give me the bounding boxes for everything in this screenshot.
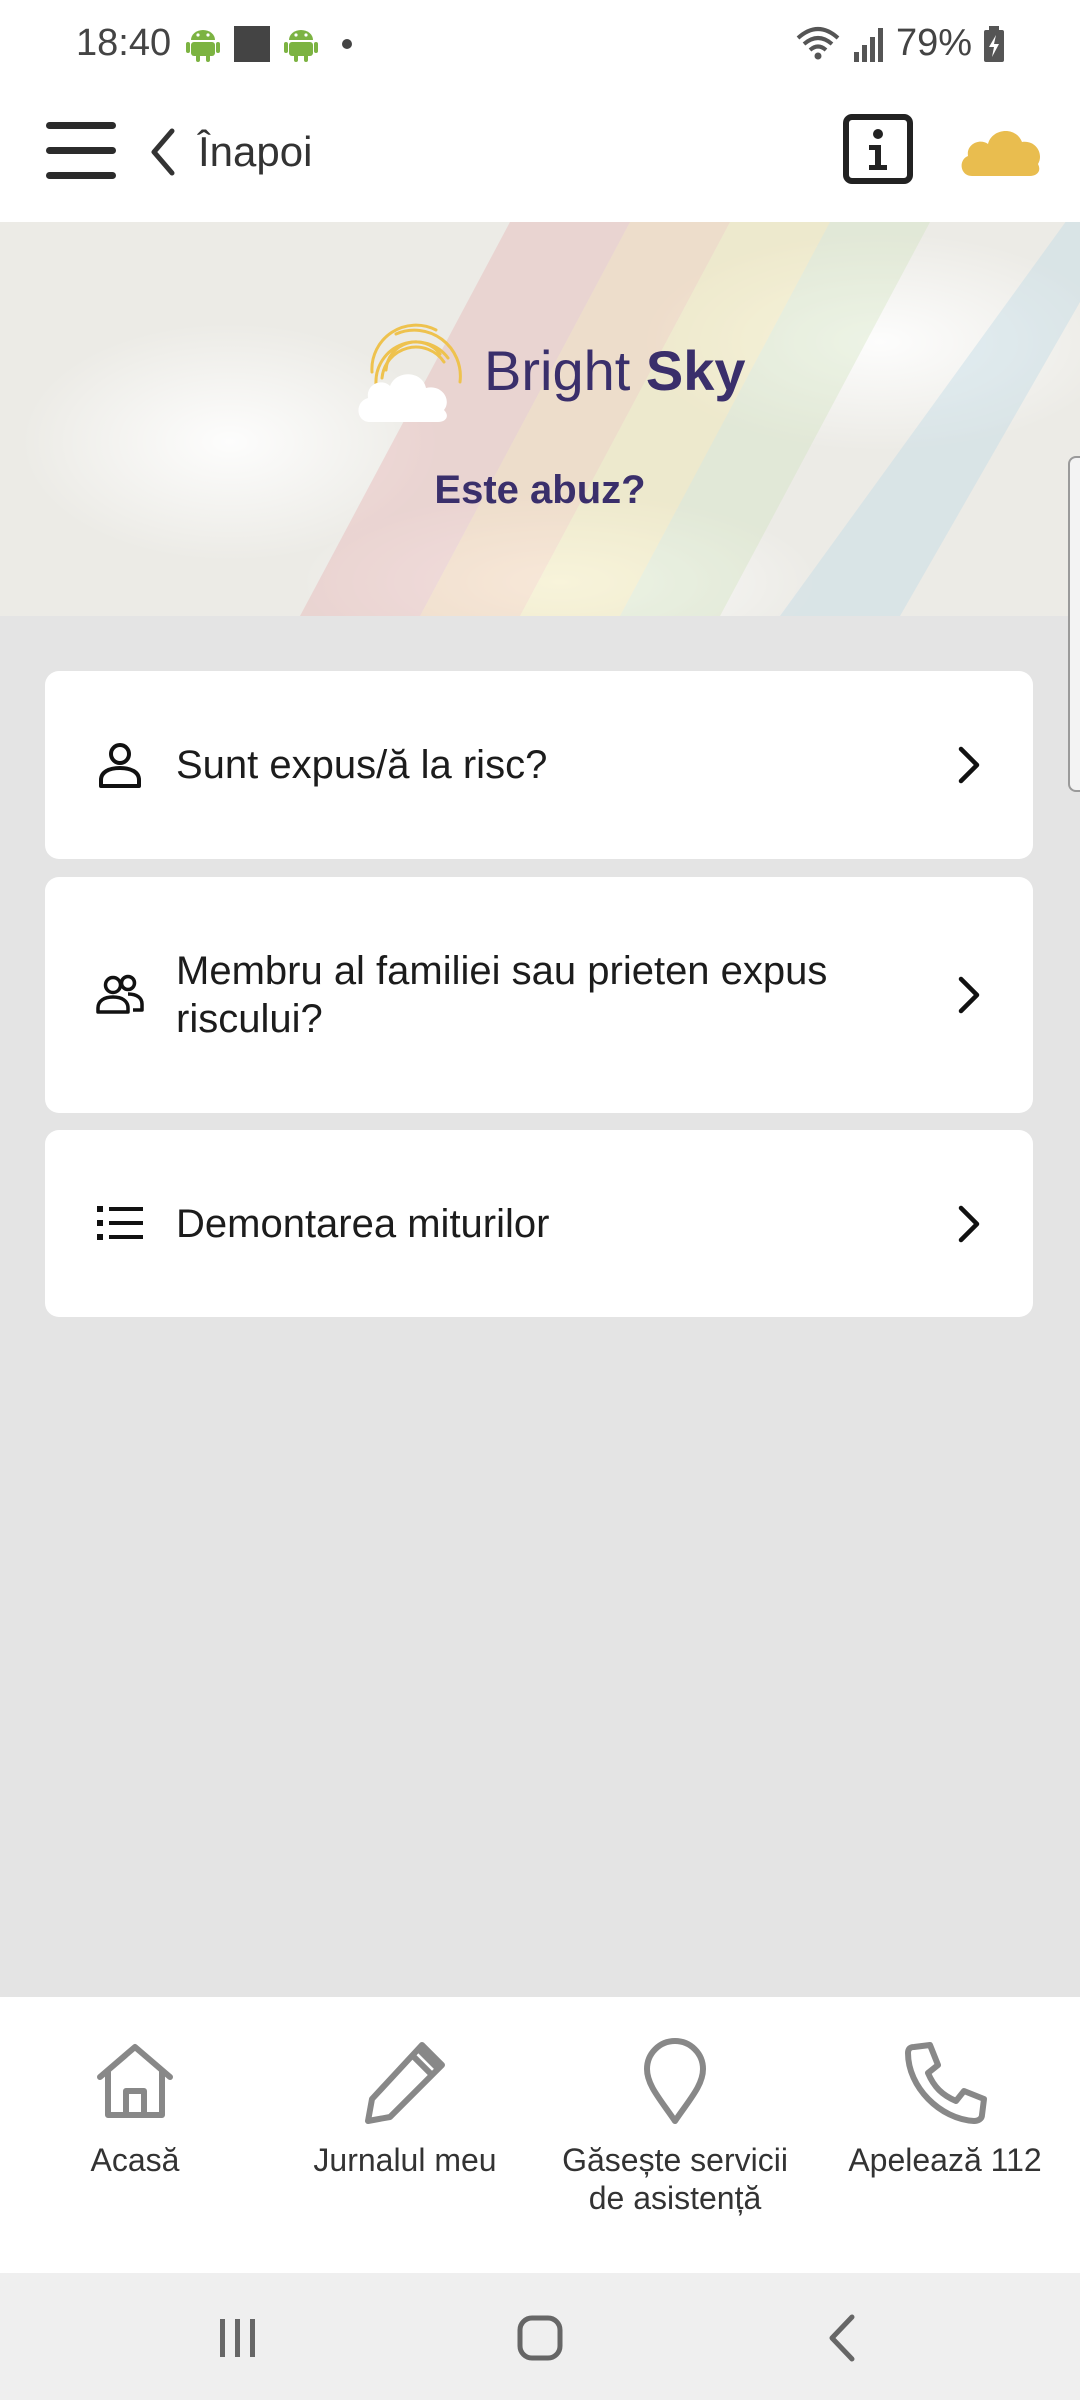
nav-find-services[interactable]: Găsește servicii de asistență xyxy=(540,1997,810,2273)
dot-icon xyxy=(342,39,352,49)
card-label: Sunt expus/ă la risc? xyxy=(176,743,548,787)
people-icon xyxy=(96,974,144,1014)
android-icon xyxy=(284,30,318,62)
battery-charging-icon xyxy=(984,25,1004,62)
nav-journal[interactable]: Jurnalul meu xyxy=(270,1997,540,2273)
card-label: Membru al familiei sau prieten expus ris… xyxy=(176,949,828,1041)
status-time: 18:40 xyxy=(76,22,172,64)
brand-name-light: Bright xyxy=(484,338,631,402)
chevron-right-icon xyxy=(958,1205,980,1243)
sun-cloud-logo-icon xyxy=(358,323,462,422)
chevron-right-icon xyxy=(958,976,980,1014)
card-family-friend[interactable]: Membru al familiei sau prieten expus ris… xyxy=(45,877,1033,1113)
chevron-right-icon xyxy=(958,746,980,784)
nav-label: Jurnalul meu xyxy=(313,2142,497,2178)
nav-label: Apelează 112 xyxy=(848,2142,1042,2178)
list-icon xyxy=(97,1206,143,1240)
phone-icon xyxy=(905,2042,987,2124)
person-icon xyxy=(99,743,141,788)
bright-sky-logo: Bright Sky xyxy=(356,312,746,428)
pencil-icon xyxy=(365,2042,445,2124)
battery-percentage: 79% xyxy=(895,22,972,64)
home-icon xyxy=(97,2044,173,2118)
card-at-risk[interactable]: Sunt expus/ă la risc? xyxy=(45,671,1033,859)
recent-apps-icon[interactable] xyxy=(202,2303,272,2373)
hamburger-menu-icon[interactable] xyxy=(46,122,116,182)
brand-name-bold: Sky xyxy=(645,338,746,402)
chevron-left-icon xyxy=(151,128,175,176)
back-nav-icon[interactable] xyxy=(808,2303,878,2373)
nav-label: Găsește servicii de asistență xyxy=(562,2142,788,2216)
back-button[interactable]: Înapoi xyxy=(148,120,312,184)
location-pin-icon xyxy=(644,2038,706,2124)
page-title: Este abuz? xyxy=(434,468,646,512)
app-header: Înapoi xyxy=(0,92,1080,222)
nav-call-112[interactable]: Apelează 112 xyxy=(810,1997,1080,2273)
nav-home[interactable]: Acasă xyxy=(0,1997,270,2273)
square-notification-icon xyxy=(234,26,270,62)
cloud-icon[interactable] xyxy=(958,118,1042,180)
home-button-icon[interactable] xyxy=(505,2303,575,2373)
nav-label: Acasă xyxy=(90,2142,180,2178)
scrollbar[interactable] xyxy=(1068,456,1080,792)
system-status-icons: 79% xyxy=(794,22,1006,65)
card-debunking-myths[interactable]: Demontarea miturilor xyxy=(45,1130,1033,1317)
bottom-navigation: Acasă Jurnalul meu Găsește servicii de a… xyxy=(0,1997,1080,2273)
notification-icons xyxy=(186,26,352,62)
card-label: Demontarea miturilor xyxy=(176,1202,550,1246)
back-label: Înapoi xyxy=(198,128,313,175)
system-navigation-bar xyxy=(0,2273,1080,2400)
brand-name: Bright Sky xyxy=(484,338,746,403)
status-bar: 18:40 79% xyxy=(0,0,1080,92)
android-icon xyxy=(186,30,220,62)
info-icon[interactable] xyxy=(843,114,913,184)
wifi-icon xyxy=(796,26,840,59)
signal-icon xyxy=(853,27,883,62)
hero-banner: Bright Sky xyxy=(0,222,1080,616)
